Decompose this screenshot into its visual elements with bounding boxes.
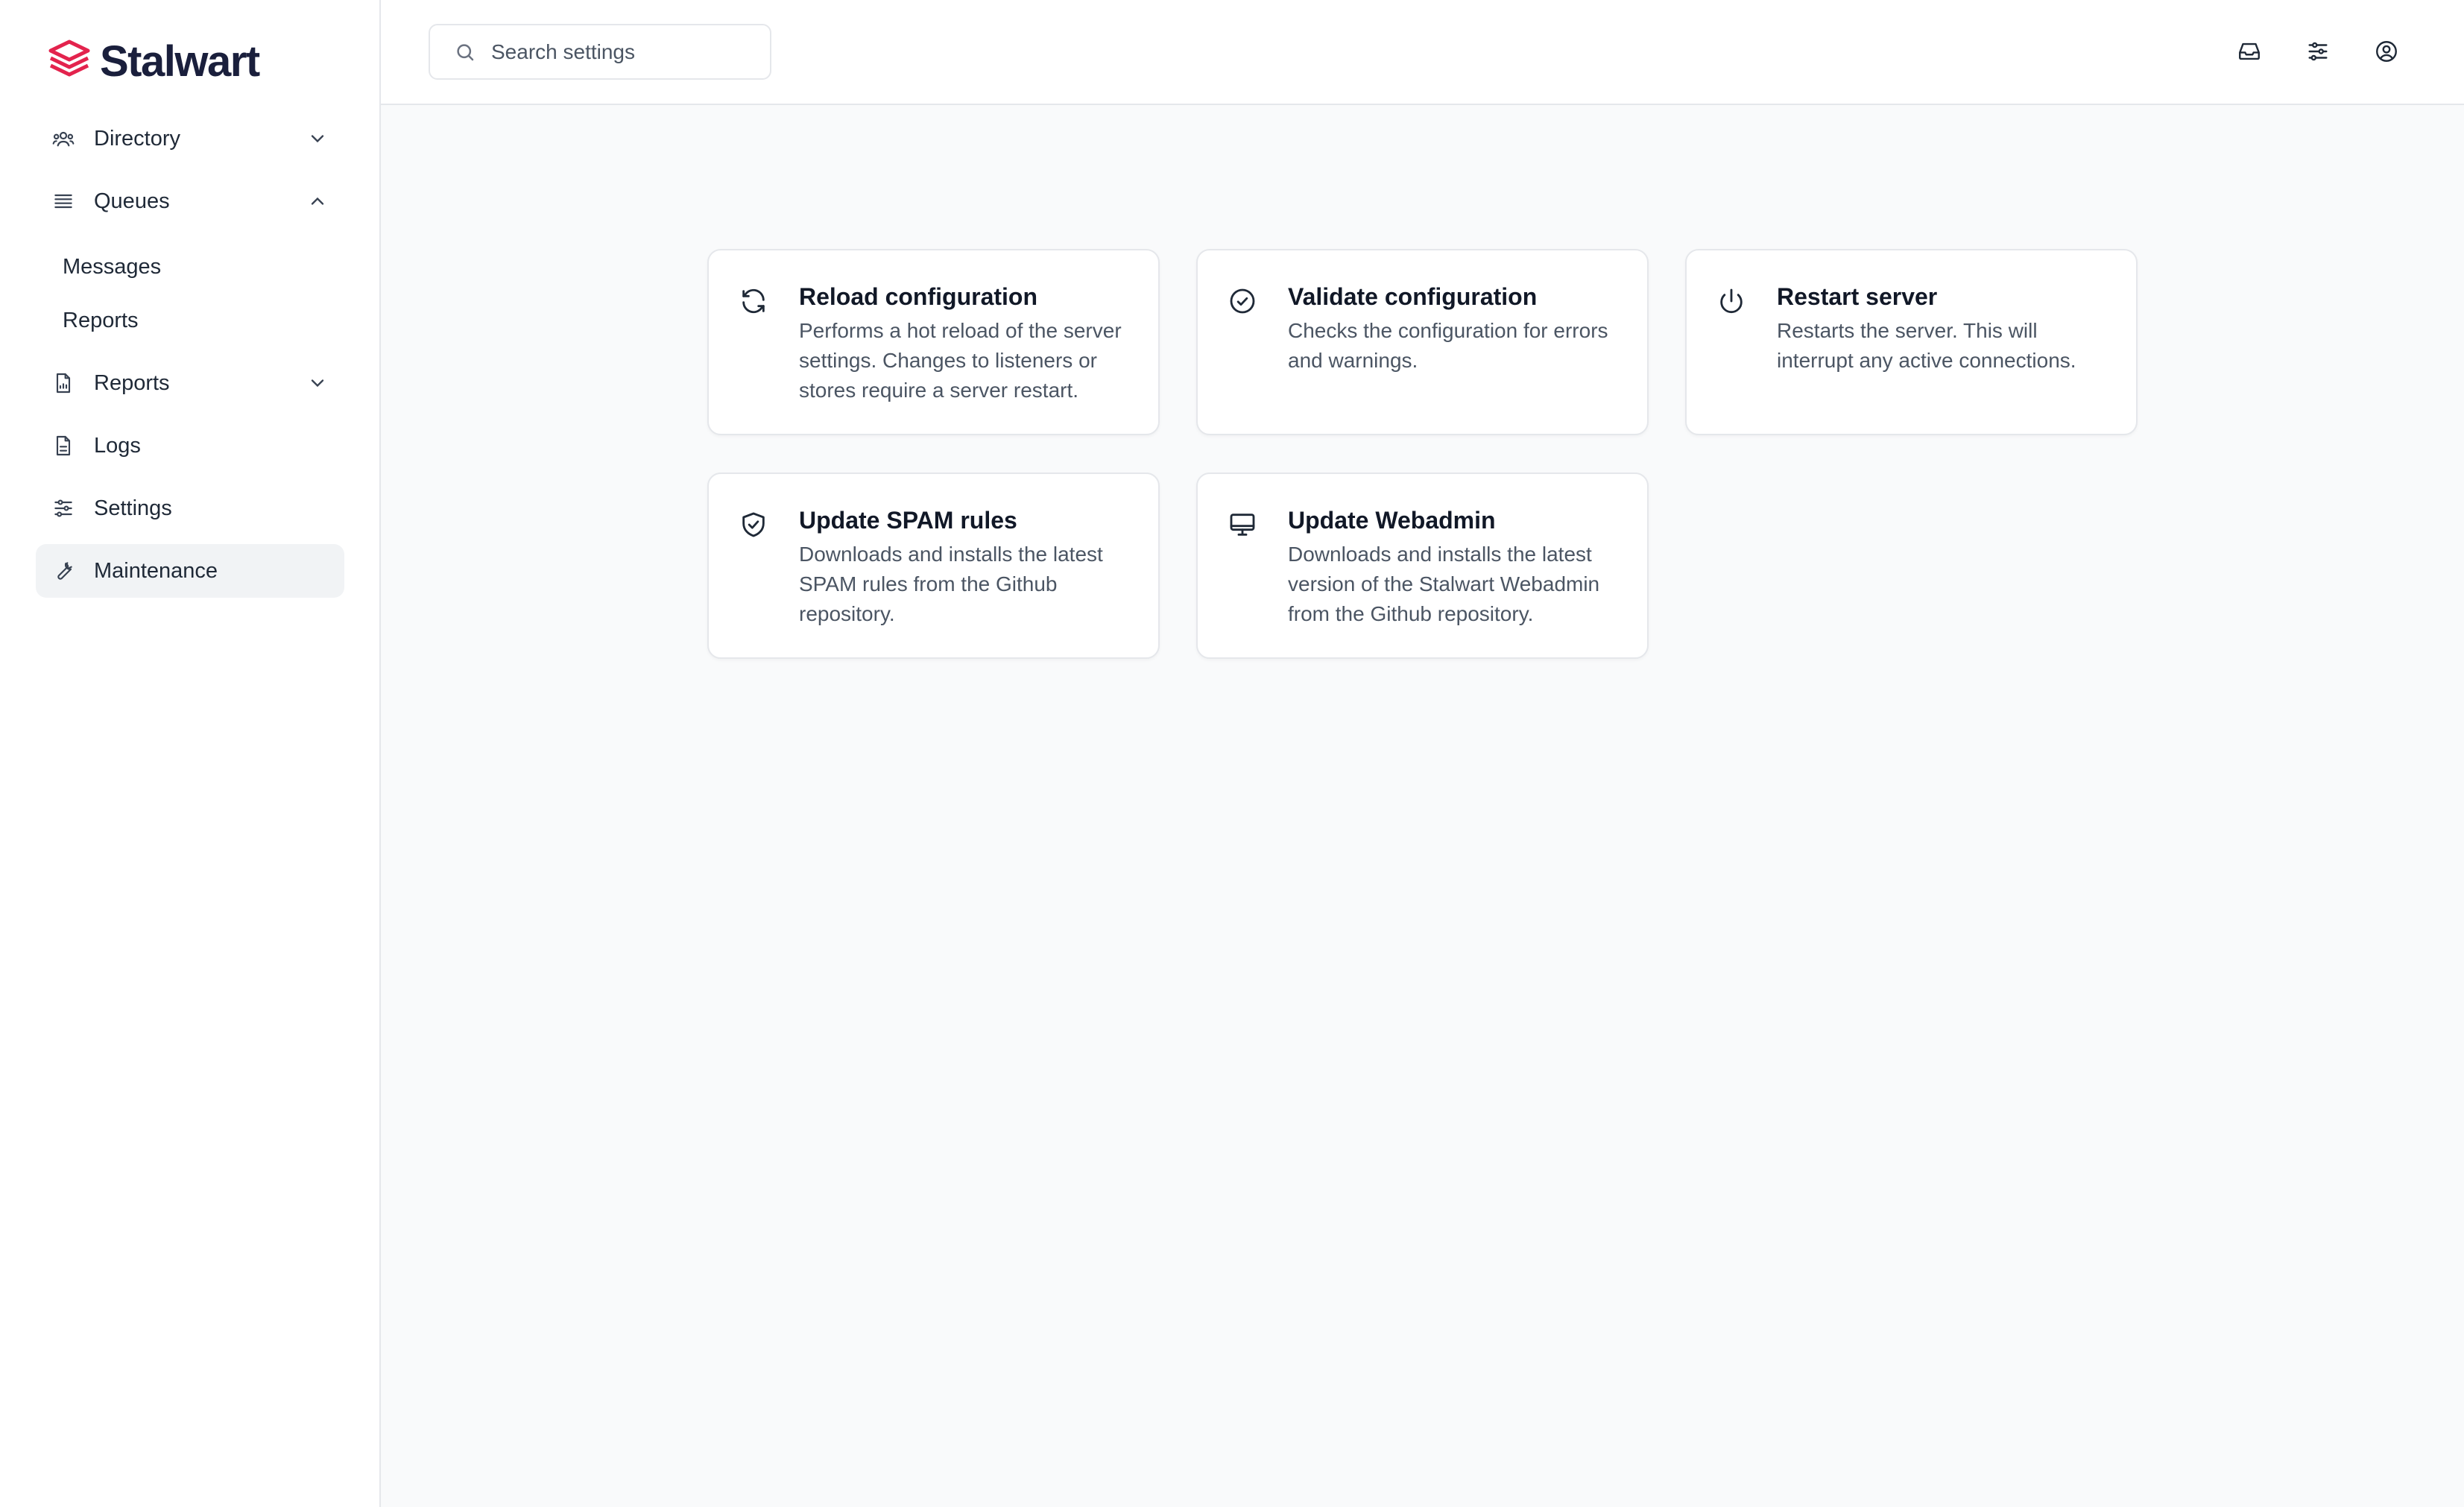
card-title: Restart server — [1777, 283, 1938, 310]
shield-check-icon — [739, 510, 768, 540]
sidebar-item-label: Queues — [94, 189, 170, 213]
sidebar-item-logs[interactable]: Logs — [36, 419, 344, 473]
sidebar-item-reports[interactable]: Reports — [36, 356, 344, 410]
card-update-spam-rules[interactable]: Update SPAM rules Downloads and installs… — [707, 473, 1160, 659]
document-icon — [51, 433, 76, 458]
card-title: Validate configuration — [1288, 283, 1538, 310]
sidebar-subitem-label: Reports — [63, 308, 139, 332]
sidebar-item-label: Logs — [94, 433, 141, 458]
power-icon — [1716, 286, 1746, 316]
brand-name: Stalwart — [100, 37, 260, 86]
wrench-icon — [51, 558, 76, 584]
sliders-icon[interactable] — [2305, 39, 2331, 64]
check-circle-icon — [1228, 286, 1257, 316]
chevron-up-icon — [311, 197, 324, 205]
app-root: Stalwart Directory Queues Messages Repor… — [0, 0, 2464, 1507]
card-description: Restarts the server. This will interrupt… — [1777, 319, 2076, 372]
users-icon — [51, 126, 76, 151]
user-circle-icon[interactable] — [2374, 39, 2399, 64]
sidebar-subitem-reports[interactable]: Reports — [36, 294, 344, 347]
card-description: Performs a hot reload of the server sett… — [799, 319, 1122, 402]
chevron-down-icon — [311, 379, 324, 388]
sidebar-nav: Directory Queues Messages Reports Report… — [36, 112, 344, 598]
top-header — [381, 0, 2464, 105]
card-validate-configuration[interactable]: Validate configuration Checks the config… — [1196, 249, 1649, 435]
sidebar-item-label: Maintenance — [94, 558, 218, 583]
card-title: Update Webadmin — [1288, 507, 1496, 534]
inbox-icon[interactable] — [2237, 39, 2262, 64]
sidebar: Stalwart Directory Queues Messages Repor… — [0, 0, 381, 1507]
sidebar-item-label: Settings — [94, 496, 172, 520]
card-description: Checks the configuration for errors and … — [1288, 319, 1608, 372]
refresh-icon — [739, 286, 768, 316]
sidebar-subitem-label: Messages — [63, 254, 162, 279]
card-restart-server[interactable]: Restart server Restarts the server. This… — [1685, 249, 2138, 435]
report-icon — [51, 370, 76, 396]
search-box[interactable] — [429, 24, 771, 80]
card-reload-configuration[interactable]: Reload configuration Performs a hot relo… — [707, 249, 1160, 435]
sidebar-item-maintenance[interactable]: Maintenance — [36, 544, 344, 598]
sidebar-item-directory[interactable]: Directory — [36, 112, 344, 165]
sliders-icon — [51, 496, 76, 521]
search-icon — [457, 43, 474, 60]
card-update-webadmin[interactable]: Update Webadmin Downloads and installs t… — [1196, 473, 1649, 659]
sidebar-subitem-messages[interactable]: Messages — [36, 240, 344, 294]
sidebar-item-label: Directory — [94, 126, 181, 151]
monitor-icon — [1228, 510, 1257, 540]
sidebar-item-label: Reports — [94, 370, 170, 395]
queue-icon — [51, 189, 76, 214]
sidebar-item-settings[interactable]: Settings — [36, 481, 344, 535]
search-input[interactable] — [491, 40, 759, 64]
card-title: Reload configuration — [799, 283, 1037, 310]
sidebar-item-queues[interactable]: Queues — [36, 174, 344, 228]
chevron-down-icon — [311, 135, 324, 143]
card-title: Update SPAM rules — [799, 507, 1017, 534]
stalwart-logo-icon — [46, 39, 92, 84]
card-description: Downloads and installs the latest versio… — [1288, 543, 1600, 625]
logo[interactable]: Stalwart — [46, 37, 260, 86]
card-description: Downloads and installs the latest SPAM r… — [799, 543, 1103, 625]
